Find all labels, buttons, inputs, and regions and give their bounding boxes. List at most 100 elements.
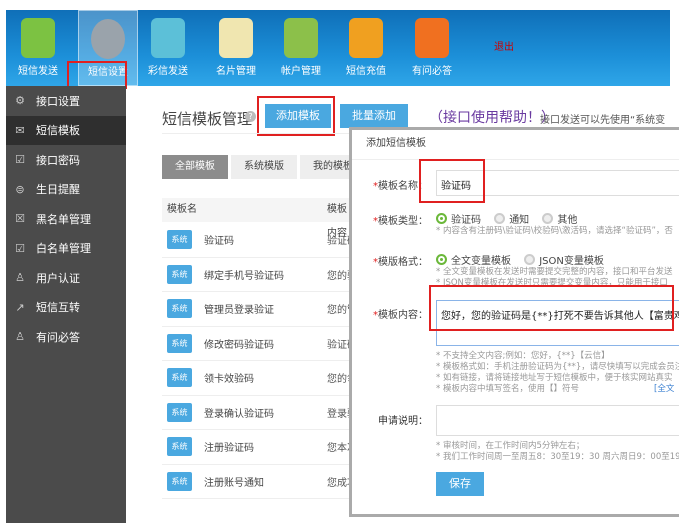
table-row[interactable]: 系统登录确认验证码登录验	[162, 396, 352, 430]
monitor-user-icon	[284, 18, 318, 58]
template-name[interactable]: 注册验证码	[204, 439, 324, 454]
template-name[interactable]: 登录确认验证码	[204, 405, 324, 420]
dialog-title: 添加短信模板	[352, 130, 679, 160]
template-name[interactable]: 领卡效验码	[204, 370, 324, 385]
sidebar-item-label: 短信模板	[36, 124, 80, 138]
cake-icon: ⊜	[15, 182, 25, 196]
name-label: *模板名称：	[373, 181, 428, 192]
nav-mms-send[interactable]: 彩信发送	[138, 10, 198, 86]
content-hint: * 模板内容中填写签名，使用【】符号	[436, 384, 579, 394]
sidebar-item-label: 有问必答	[36, 330, 80, 344]
table-row[interactable]: 系统绑定手机号验证码您的验	[162, 258, 352, 292]
highlight-box	[257, 96, 335, 136]
table-row[interactable]: 系统验证码验证码	[162, 223, 352, 258]
table-row[interactable]: 系统注册账号通知您成功	[162, 465, 352, 499]
sidebar-item-sms-template[interactable]: ✉ 短信模板	[6, 115, 126, 145]
tab-all-templates[interactable]: 全部模板	[162, 155, 228, 179]
save-button[interactable]: 保存	[436, 472, 484, 496]
logout-link[interactable]: 退出	[494, 38, 514, 53]
help-text: 接口发送可以先使用“系统变	[540, 115, 666, 126]
user-icon: ♙	[15, 330, 25, 344]
sidebar-item-label: 接口密码	[36, 153, 80, 167]
radio-checked-icon	[436, 213, 447, 224]
system-badge: 系统	[167, 437, 192, 457]
radio-other[interactable]: 其他	[542, 211, 577, 226]
table-row[interactable]: 系统管理员登录验证您的管	[162, 292, 352, 327]
radio-json-template[interactable]: JSON变量模板	[524, 252, 604, 267]
sidebar-item-label: 白名单管理	[36, 242, 91, 256]
clipboard-check-icon: ☑	[15, 241, 25, 255]
sidebar-item-sms-transfer[interactable]: ↗ 短信互转	[6, 293, 126, 323]
nav-sms-send[interactable]: 短信发送	[8, 10, 68, 86]
content-hint: * 如有链接，请将链接地址写于短信模板中，便于核实网站真实	[436, 373, 673, 383]
radio-unchecked-icon	[524, 254, 536, 265]
sidebar-item-faq[interactable]: ♙ 有问必答	[6, 322, 126, 352]
help-icon[interactable]: ?	[245, 111, 256, 122]
sidebar-item-api-settings[interactable]: ⚙ 接口设置	[6, 86, 126, 116]
sidebar-item-user-auth[interactable]: ♙ 用户认证	[6, 263, 126, 293]
review-hint: * 审核时间，在工作时间内5分钟左右；	[436, 441, 585, 451]
nav-faq[interactable]: 有问必答	[402, 10, 462, 86]
content-hint: * 不支持全文内容;例如：您好，{**}【云信】	[436, 351, 610, 361]
highlight-box	[67, 61, 127, 89]
clipboard-check-icon: ☑	[15, 153, 25, 167]
nav-label: 帐户管理	[281, 66, 321, 77]
template-name[interactable]: 注册账号通知	[204, 474, 324, 489]
system-badge: 系统	[167, 299, 192, 319]
content-hint: * 模板格式如：手机注册验证码为{**}，请尽快填写以完成会员注	[436, 362, 679, 372]
radio-notification[interactable]: 通知	[494, 211, 529, 226]
desc-label: 申请说明：	[378, 416, 428, 427]
envelope-icon	[21, 18, 55, 58]
template-name[interactable]: 管理员登录验证	[204, 301, 324, 316]
radio-verification-code[interactable]: 验证码	[436, 211, 481, 226]
nav-label: 彩信发送	[148, 66, 188, 77]
divider	[162, 133, 352, 134]
highlight-box	[419, 159, 485, 203]
table-header: 模板名 模板内容	[162, 198, 352, 239]
format-label: *模版格式：	[373, 257, 428, 268]
sidebar-item-blacklist[interactable]: ☒ 黑名单管理	[6, 204, 126, 234]
envelope-icon: ✉	[15, 123, 25, 137]
system-badge: 系统	[167, 368, 192, 388]
description-textarea[interactable]	[436, 405, 679, 436]
nav-card-manage[interactable]: 名片管理	[206, 10, 266, 86]
sidebar-item-whitelist[interactable]: ☑ 白名单管理	[6, 234, 126, 264]
picture-envelope-icon	[151, 18, 185, 58]
nav-account-manage[interactable]: 帐户管理	[271, 10, 331, 86]
type-hint: * 内容含有注册码\验证码\校验码\激活码，请选择“验证码”，否	[436, 226, 673, 236]
batch-add-button[interactable]: 批量添加	[340, 104, 408, 128]
system-badge: 系统	[167, 471, 192, 491]
radio-unchecked-icon	[494, 213, 506, 224]
table-row[interactable]: 系统修改密码验证码验证码	[162, 327, 352, 361]
sidebar-item-label: 黑名单管理	[36, 212, 91, 226]
nav-recharge[interactable]: 短信充值	[336, 10, 396, 86]
nav-label: 短信发送	[18, 66, 58, 77]
sidebar-item-birthday[interactable]: ⊜ 生日提醒	[6, 175, 126, 205]
table-row[interactable]: 系统领卡效验码您的领	[162, 361, 352, 396]
system-badge: 系统	[167, 333, 192, 353]
template-name[interactable]: 绑定手机号验证码	[204, 267, 324, 282]
clipboard-x-icon: ☒	[15, 212, 25, 226]
template-name[interactable]: 验证码	[204, 232, 324, 247]
sidebar-item-api-password[interactable]: ☑ 接口密码	[6, 145, 126, 175]
sidebar-item-label: 生日提醒	[36, 183, 80, 197]
system-badge: 系统	[167, 230, 192, 250]
tab-system-templates[interactable]: 系统模版	[231, 155, 297, 179]
sidebar: ⚙ 接口设置 ✉ 短信模板 ☑ 接口密码 ⊜ 生日提醒 ☒ 黑名单管理 ☑ 白名单管理 ♙ 用…	[6, 86, 126, 523]
type-radio-group: 验证码 通知 其他	[436, 211, 587, 227]
system-badge: 系统	[167, 264, 192, 284]
template-tabs: 全部模板 系统模版 我的模板	[162, 155, 366, 179]
gear-icon	[91, 19, 125, 59]
nav-label: 名片管理	[216, 66, 256, 77]
format-radio-group: 全文变量模板 JSON变量模板	[436, 252, 614, 268]
template-name[interactable]: 修改密码验证码	[204, 336, 324, 351]
radio-fulltext-template[interactable]: 全文变量模板	[436, 252, 511, 267]
nav-label: 有问必答	[412, 66, 452, 77]
api-help-link[interactable]: （接口使用帮助！）	[429, 107, 555, 127]
external-link-icon: ↗	[15, 300, 25, 314]
column-header-name: 模板名	[167, 204, 197, 215]
system-badge: 系统	[167, 402, 192, 422]
question-icon	[415, 18, 449, 58]
fulltext-link[interactable]: [全文	[654, 384, 674, 395]
table-row[interactable]: 系统注册验证码您本次	[162, 430, 352, 465]
